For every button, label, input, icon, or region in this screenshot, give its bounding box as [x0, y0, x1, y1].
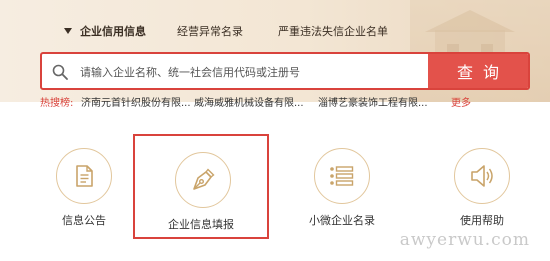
service-small-business-list[interactable]: 小微企业名录 [295, 124, 395, 236]
hot-search-label: 热搜榜: [40, 98, 74, 109]
pen-nib-icon [193, 168, 215, 190]
service-icon-circle [314, 148, 370, 204]
hot-search-item[interactable]: 济南元首针织股份有限... [81, 96, 191, 112]
service-icon-circle [56, 148, 112, 204]
caret-down-icon [64, 28, 72, 34]
tab-abnormal-list[interactable]: 经营异常名录 [177, 22, 243, 42]
document-icon [76, 165, 93, 187]
hot-search-item[interactable]: 威海威雅机械设备有限... [194, 96, 304, 112]
more-link[interactable]: 更多 [451, 96, 471, 112]
hot-search-row: 热搜榜: 济南元首针织股份有限... 威海威雅机械设备有限... 淄博艺豪装饰工… [40, 96, 530, 112]
tab-label: 企业信用信息 [80, 25, 146, 38]
hot-search-item[interactable]: 淄博艺豪装饰工程有限... [318, 96, 428, 112]
service-label: 信息公告 [62, 214, 106, 227]
service-label: 企业信息填报 [168, 218, 234, 231]
service-icon-circle [175, 152, 231, 208]
service-announcement[interactable]: 信息公告 [37, 124, 137, 236]
search-tabs: 企业信用信息 经营异常名录 严重违法失信企业名单 [0, 22, 550, 42]
search-button[interactable]: 查询 [428, 54, 528, 88]
watermark: awyerwu.com [399, 230, 530, 250]
search-icon [52, 64, 68, 80]
search-input[interactable] [78, 54, 438, 88]
speaker-icon [471, 165, 493, 187]
list-icon [330, 166, 354, 186]
tab-credit-info[interactable]: 企业信用信息 [64, 22, 146, 42]
tab-label: 严重违法失信企业名单 [278, 25, 388, 38]
service-label: 小微企业名录 [309, 214, 375, 227]
service-help[interactable]: 使用帮助 [435, 124, 535, 236]
service-label: 使用帮助 [460, 214, 504, 227]
tab-label: 经营异常名录 [177, 25, 243, 38]
service-icon-circle [454, 148, 510, 204]
service-company-report[interactable]: 企业信息填报 [133, 134, 269, 239]
search-bar: 查询 [40, 52, 530, 90]
tab-blacklist[interactable]: 严重违法失信企业名单 [278, 22, 388, 42]
